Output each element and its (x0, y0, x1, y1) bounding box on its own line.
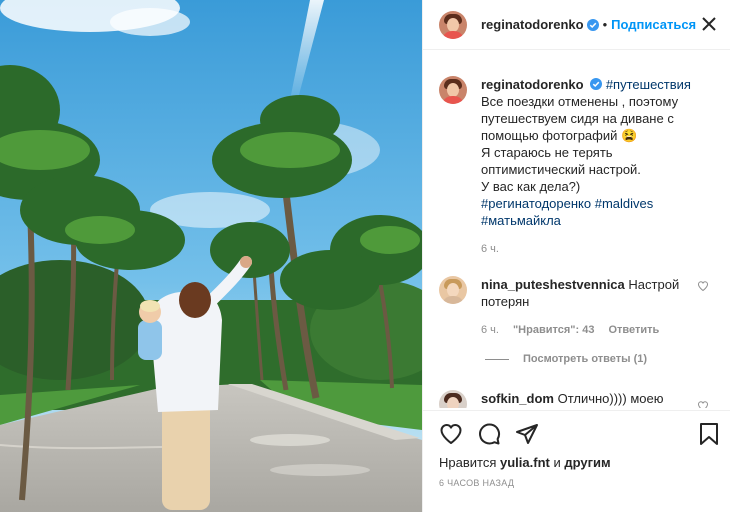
reply-button[interactable]: Ответить (608, 322, 659, 339)
liked-and: и (553, 455, 561, 470)
caption: reginatodorenko #путешествия Все поездки… (439, 76, 723, 258)
hashtag-link[interactable]: #матьмайкла (481, 213, 561, 228)
verified-badge-icon (586, 18, 599, 31)
comment-likes[interactable]: "Нравится": 43 (513, 322, 594, 339)
share-icon[interactable] (515, 422, 539, 446)
comment-item: nina_puteshestvennica Настрой потерян 6 … (439, 276, 730, 339)
comments-list[interactable]: reginatodorenko #путешествия Все поездки… (423, 62, 730, 408)
comment-like-heart-icon[interactable] (697, 280, 709, 292)
caption-line: Я стараюсь не терять (481, 145, 613, 160)
heart-icon[interactable] (439, 422, 463, 446)
caption-line: оптимистический настрой. (481, 162, 641, 177)
caption-line: У вас как дела?) (481, 179, 581, 194)
view-replies-label: Посмотреть ответы (1) (523, 353, 648, 365)
post-photo[interactable] (0, 0, 422, 512)
separator-dot: • (602, 17, 608, 32)
follow-button[interactable]: Подписаться (611, 17, 696, 32)
caption-line: Все поездки отменены , поэтому (481, 94, 679, 109)
commenter-username[interactable]: sofkin_dom (481, 391, 554, 406)
caption-time[interactable]: 6 ч. (481, 241, 721, 258)
post-header: reginatodorenko • Подписаться (423, 0, 730, 50)
post-timestamp[interactable]: 6 ЧАСОВ НАЗАД (439, 478, 514, 488)
liked-user[interactable]: yulia.fnt (500, 455, 550, 470)
likes-summary[interactable]: Нравится yulia.fnt и другим (439, 455, 611, 470)
view-replies-button[interactable]: Посмотреть ответы (1) (485, 353, 647, 365)
caption-line: путешествуем сидя на диване с (481, 111, 674, 126)
tropical-road-photo (0, 0, 422, 512)
hashtag-link[interactable]: #maldives (595, 196, 654, 211)
hashtag-link[interactable]: #путешествия (606, 77, 691, 92)
verified-badge-icon (590, 78, 603, 90)
instagram-post: reginatodorenko • Подписаться reginatodo (0, 0, 730, 512)
bookmark-icon[interactable] (697, 422, 721, 446)
post-side-panel: reginatodorenko • Подписаться reginatodo (422, 0, 730, 512)
liked-prefix: Нравится (439, 455, 497, 470)
post-actions: Нравится yulia.fnt и другим 6 ЧАСОВ НАЗА… (423, 410, 730, 512)
comment-item: sofkin_dom Отлично)))) моею (439, 390, 730, 408)
commenter-avatar[interactable] (439, 390, 467, 408)
commenter-avatar[interactable] (439, 276, 467, 304)
hashtag-link[interactable]: #регинатодоренко (481, 196, 591, 211)
comment-like-heart-icon[interactable] (697, 400, 709, 408)
caption-username[interactable]: reginatodorenko (481, 77, 584, 92)
caption-author-avatar[interactable] (439, 76, 467, 104)
comment-time[interactable]: 6 ч. (481, 322, 499, 339)
caption-line: помощью фотографий 😫 (481, 128, 638, 143)
comment-text: Отлично)))) моею (557, 391, 664, 406)
commenter-username[interactable]: nina_puteshestvennica (481, 277, 625, 292)
author-username[interactable]: reginatodorenko (481, 17, 584, 32)
comment-icon[interactable] (477, 422, 501, 446)
author-avatar[interactable] (439, 10, 467, 39)
liked-others[interactable]: другим (564, 455, 610, 470)
close-icon[interactable] (699, 14, 719, 34)
replies-divider-line (485, 358, 509, 360)
